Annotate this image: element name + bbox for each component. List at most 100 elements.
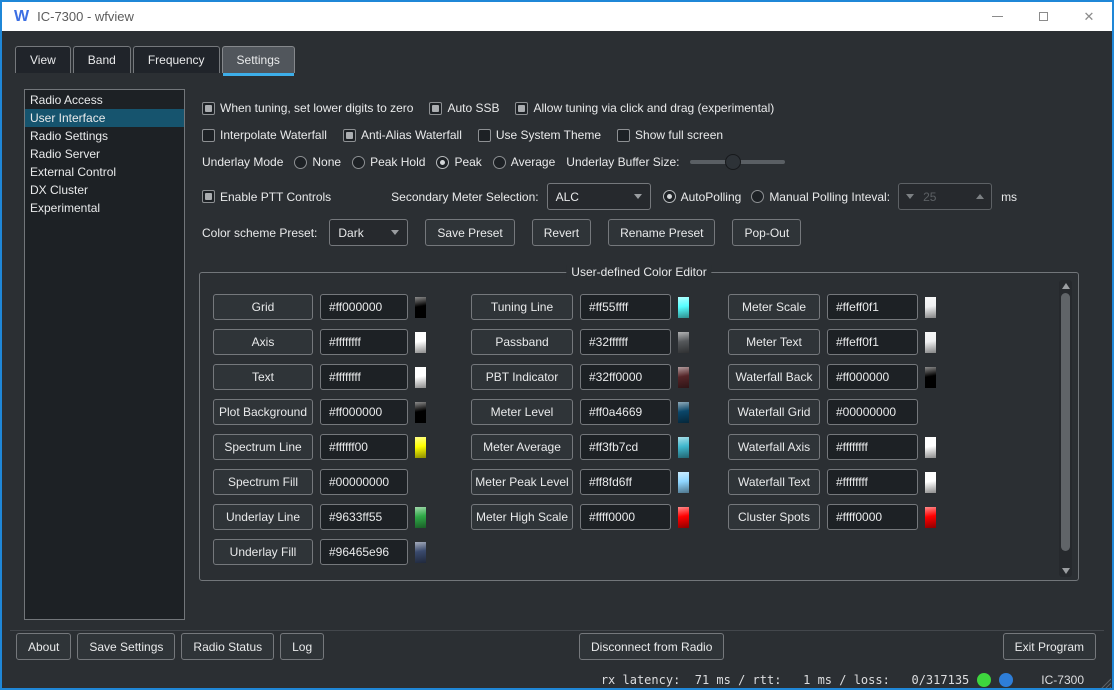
color-hex-input[interactable] xyxy=(827,364,918,390)
color-name-button[interactable]: Waterfall Grid xyxy=(728,399,820,425)
color-name-button[interactable]: Underlay Line xyxy=(213,504,313,530)
color-name-button[interactable]: Spectrum Line xyxy=(213,434,313,460)
color-name-button[interactable]: Passband xyxy=(471,329,573,355)
exit-program-button[interactable]: Exit Program xyxy=(1003,633,1096,660)
checkbox-click-drag-tuning[interactable]: Allow tuning via click and drag (experim… xyxy=(515,101,774,115)
slider-handle[interactable] xyxy=(725,154,741,170)
sidebar-item-user-interface[interactable]: User Interface xyxy=(25,109,184,127)
color-row-pbt-indicator: PBT Indicator xyxy=(471,364,689,390)
minimize-button[interactable] xyxy=(974,2,1020,31)
resize-grip[interactable] xyxy=(1098,678,1111,690)
checkbox-interpolate-waterfall[interactable]: Interpolate Waterfall xyxy=(202,128,327,142)
color-hex-input[interactable] xyxy=(320,539,408,565)
scroll-up-icon[interactable] xyxy=(1059,280,1072,292)
color-hex-input[interactable] xyxy=(827,469,918,495)
preset-select[interactable]: Dark xyxy=(329,219,408,246)
color-hex-input[interactable] xyxy=(580,434,671,460)
color-hex-input[interactable] xyxy=(320,364,408,390)
color-hex-input[interactable] xyxy=(320,434,408,460)
color-hex-input[interactable] xyxy=(580,504,671,530)
main-tabbar: View Band Frequency Settings xyxy=(15,46,297,73)
color-editor-scrollbar[interactable] xyxy=(1059,280,1072,577)
polling-interval-spinner[interactable]: 25 xyxy=(898,183,992,210)
color-name-button[interactable]: Waterfall Back xyxy=(728,364,820,390)
radio-underlay-peak-hold[interactable]: Peak Hold xyxy=(352,155,425,169)
sidebar-item-external-control[interactable]: External Control xyxy=(25,163,184,181)
radio-underlay-none[interactable]: None xyxy=(294,155,341,169)
color-hex-input[interactable] xyxy=(827,329,918,355)
checkbox-show-full-screen[interactable]: Show full screen xyxy=(617,128,723,142)
color-name-button[interactable]: Meter Average xyxy=(471,434,573,460)
scrollbar-handle[interactable] xyxy=(1061,293,1070,551)
sidebar-item-dx-cluster[interactable]: DX Cluster xyxy=(25,181,184,199)
pop-out-button[interactable]: Pop-Out xyxy=(732,219,801,246)
color-hex-input[interactable] xyxy=(827,434,918,460)
maximize-button[interactable] xyxy=(1020,2,1066,31)
color-hex-input[interactable] xyxy=(320,329,408,355)
radio-status-button[interactable]: Radio Status xyxy=(181,633,274,660)
color-swatch xyxy=(925,402,936,423)
close-button[interactable]: ✕ xyxy=(1066,2,1112,31)
color-name-button[interactable]: Axis xyxy=(213,329,313,355)
color-name-button[interactable]: Underlay Fill xyxy=(213,539,313,565)
color-hex-input[interactable] xyxy=(320,294,408,320)
color-hex-input[interactable] xyxy=(580,469,671,495)
radio-underlay-peak[interactable]: Peak xyxy=(436,155,481,169)
revert-button[interactable]: Revert xyxy=(532,219,591,246)
tab-frequency[interactable]: Frequency xyxy=(133,46,220,73)
checkbox-lower-digits-zero[interactable]: When tuning, set lower digits to zero xyxy=(202,101,413,115)
checkbox-auto-ssb[interactable]: Auto SSB xyxy=(429,101,499,115)
color-name-button[interactable]: Grid xyxy=(213,294,313,320)
color-hex-input[interactable] xyxy=(580,364,671,390)
color-name-button[interactable]: Cluster Spots xyxy=(728,504,820,530)
color-hex-input[interactable] xyxy=(580,399,671,425)
color-name-button[interactable]: Plot Background xyxy=(213,399,313,425)
color-name-button[interactable]: Meter Scale xyxy=(728,294,820,320)
log-button[interactable]: Log xyxy=(280,633,324,660)
sidebar-item-radio-server[interactable]: Radio Server xyxy=(25,145,184,163)
checkbox-icon xyxy=(202,129,215,142)
radio-autopolling[interactable]: AutoPolling xyxy=(663,190,742,204)
color-name-button[interactable]: PBT Indicator xyxy=(471,364,573,390)
color-row-underlay-fill: Underlay Fill xyxy=(213,539,426,565)
sidebar-item-radio-settings[interactable]: Radio Settings xyxy=(25,127,184,145)
tab-view[interactable]: View xyxy=(15,46,71,73)
color-name-button[interactable]: Waterfall Axis xyxy=(728,434,820,460)
sidebar-item-experimental[interactable]: Experimental xyxy=(25,199,184,217)
about-button[interactable]: About xyxy=(16,633,71,660)
color-hex-input[interactable] xyxy=(320,399,408,425)
color-name-button[interactable]: Spectrum Fill xyxy=(213,469,313,495)
scroll-down-icon[interactable] xyxy=(1059,565,1072,577)
color-hex-input[interactable] xyxy=(580,294,671,320)
tab-band[interactable]: Band xyxy=(73,46,131,73)
color-name-button[interactable]: Waterfall Text xyxy=(728,469,820,495)
color-name-button[interactable]: Meter Level xyxy=(471,399,573,425)
color-hex-input[interactable] xyxy=(827,504,918,530)
color-hex-input[interactable] xyxy=(827,294,918,320)
color-hex-input[interactable] xyxy=(827,399,918,425)
save-settings-button[interactable]: Save Settings xyxy=(77,633,175,660)
radio-underlay-average[interactable]: Average xyxy=(493,155,555,169)
color-hex-input[interactable] xyxy=(580,329,671,355)
rename-preset-button[interactable]: Rename Preset xyxy=(608,219,715,246)
color-name-button[interactable]: Tuning Line xyxy=(471,294,573,320)
color-hex-input[interactable] xyxy=(320,504,408,530)
color-hex-input[interactable] xyxy=(320,469,408,495)
settings-category-list: Radio Access User Interface Radio Settin… xyxy=(24,89,185,620)
checkbox-use-system-theme[interactable]: Use System Theme xyxy=(478,128,601,142)
underlay-buffer-slider[interactable] xyxy=(690,153,785,171)
save-preset-button[interactable]: Save Preset xyxy=(425,219,514,246)
color-name-button[interactable]: Meter High Scale xyxy=(471,504,573,530)
spinner-up-icon[interactable] xyxy=(976,194,984,199)
checkbox-enable-ptt[interactable]: Enable PTT Controls xyxy=(202,190,331,204)
sidebar-item-radio-access[interactable]: Radio Access xyxy=(25,91,184,109)
radio-manual-polling[interactable]: Manual Polling Inteval: xyxy=(751,190,890,204)
color-name-button[interactable]: Text xyxy=(213,364,313,390)
secondary-meter-select[interactable]: ALC xyxy=(547,183,651,210)
disconnect-button[interactable]: Disconnect from Radio xyxy=(579,633,724,660)
color-name-button[interactable]: Meter Peak Level xyxy=(471,469,573,495)
checkbox-antialias-waterfall[interactable]: Anti-Alias Waterfall xyxy=(343,128,462,142)
spinner-down-icon[interactable] xyxy=(906,194,914,199)
color-name-button[interactable]: Meter Text xyxy=(728,329,820,355)
tab-settings[interactable]: Settings xyxy=(222,46,295,73)
